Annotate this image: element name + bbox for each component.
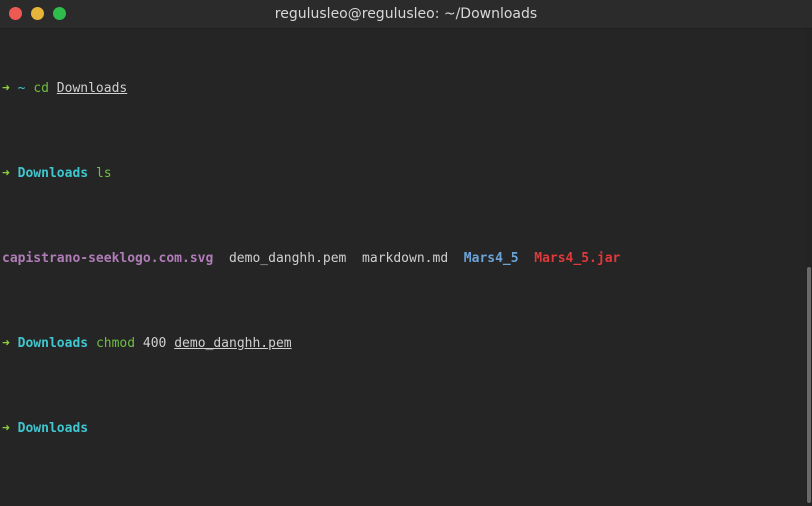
prompt-cwd: Downloads <box>17 336 89 351</box>
terminal-output[interactable]: ➜ ~ cd Downloads ➜ Downloads ls capistra… <box>0 29 806 506</box>
prompt-cwd: Downloads <box>17 421 89 436</box>
scrollbar[interactable] <box>806 29 812 506</box>
command-name: cd <box>33 81 49 96</box>
prompt-cwd: Downloads <box>17 166 89 181</box>
terminal-line: ➜ Downloads <box>0 420 806 437</box>
prompt-cwd: ~ <box>17 81 26 96</box>
terminal-line: ➜ Downloads chmod 400 demo_danghh.pem <box>0 335 806 352</box>
list-item: demo_danghh.pem <box>228 251 347 266</box>
title-bar[interactable]: regulusleo@regulusleo: ~/Downloads <box>0 0 812 29</box>
ls-output: capistrano-seeklogo.com.svg demo_danghh.… <box>0 250 806 267</box>
list-item: capistrano-seeklogo.com.svg <box>2 251 214 266</box>
command-arg: demo_danghh.pem <box>174 336 292 351</box>
command-name: ls <box>95 166 112 181</box>
scrollbar-thumb[interactable] <box>807 267 811 503</box>
terminal-line: ➜ ~ cd Downloads <box>0 80 806 97</box>
terminal-window: regulusleo@regulusleo: ~/Downloads ➜ ~ c… <box>0 0 812 506</box>
list-item: Mars4_5 <box>463 251 519 266</box>
command-arg: 400 <box>142 336 167 351</box>
prompt-arrow-icon: ➜ <box>2 421 10 436</box>
prompt-arrow-icon: ➜ <box>2 166 10 181</box>
prompt-arrow-icon: ➜ <box>2 336 10 351</box>
list-item: markdown.md <box>362 251 449 266</box>
command-name: chmod <box>95 336 136 351</box>
list-item: Mars4_5.jar <box>534 251 621 266</box>
terminal-line: ➜ Downloads ls <box>0 165 806 182</box>
command-arg: Downloads <box>56 81 128 96</box>
window-title: regulusleo@regulusleo: ~/Downloads <box>274 6 538 22</box>
prompt-arrow-icon: ➜ <box>2 81 10 96</box>
